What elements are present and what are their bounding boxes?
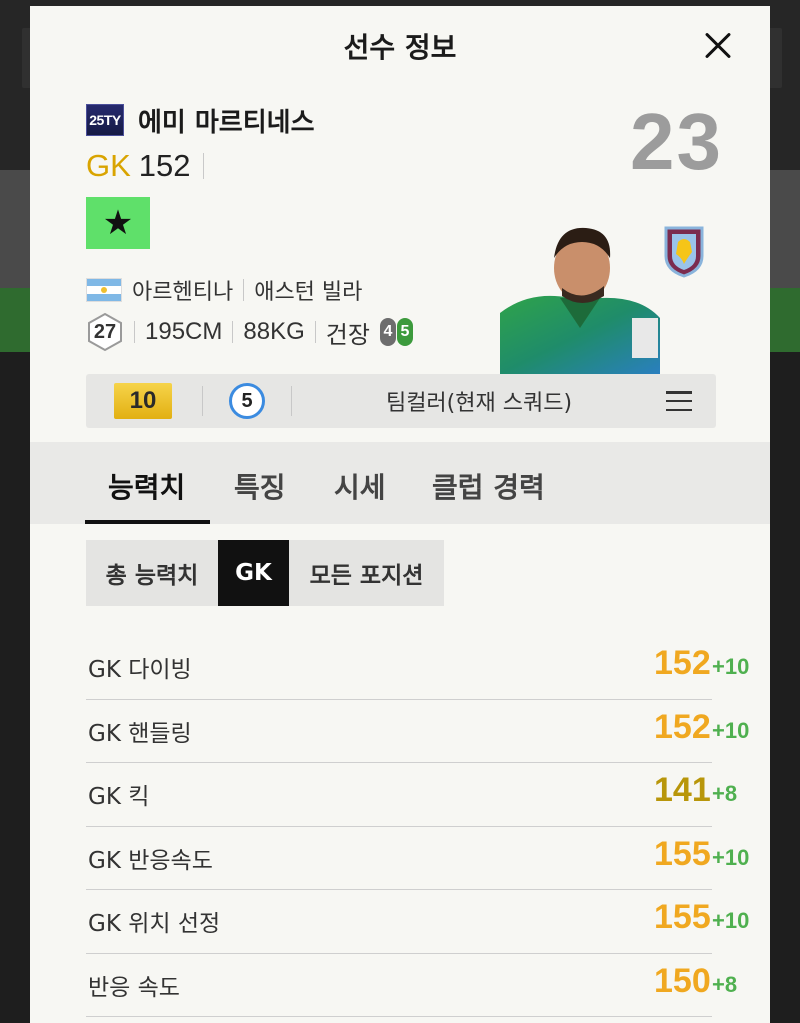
attribute-value: 141: [654, 771, 711, 809]
tab-traits[interactable]: 특징: [234, 466, 286, 506]
menu-icon[interactable]: [666, 391, 692, 411]
attribute-name: GK 반응속도: [88, 847, 213, 874]
attribute-name: GK 위치 선정: [88, 911, 221, 937]
close-icon[interactable]: [698, 26, 738, 66]
divider: [314, 321, 316, 343]
season-badge: 25TY: [86, 104, 124, 136]
tab-price[interactable]: 시세: [334, 466, 386, 506]
attribute-bonus: +10: [712, 908, 750, 933]
divider: [243, 279, 245, 301]
subtab-all-positions[interactable]: 모든 포지션: [289, 540, 444, 606]
attribute-value: 152: [654, 644, 711, 682]
active-tab-indicator: [85, 520, 210, 524]
attribute-name: GK 다이빙: [88, 657, 192, 683]
club-name: 애스턴 빌라: [254, 280, 363, 305]
attribute-name: GK 킥: [88, 784, 150, 810]
attribute-value: 155: [654, 898, 711, 936]
attribute-row: GK 위치 선정 155 +10: [86, 890, 749, 954]
build-value: 건장: [325, 321, 370, 349]
subtab-gk[interactable]: GK: [218, 540, 289, 606]
attribute-bonus: +10: [712, 654, 750, 679]
star-icon[interactable]: ★: [86, 197, 150, 249]
attribute-bonus: +8: [712, 781, 738, 806]
skill-moves-badge: 4 5: [379, 318, 413, 346]
attribute-name: GK 핸들링: [88, 720, 192, 747]
height-value: 195CM: [145, 318, 223, 345]
attribute-bonus: +8: [712, 971, 738, 997]
tab-club-career[interactable]: 클럽 경력: [432, 466, 545, 506]
age-badge: 27: [86, 312, 124, 352]
aston-villa-crest-icon: [664, 226, 704, 278]
nation-club-row: 아르헨티나 애스턴 빌라: [86, 274, 362, 306]
enhancement-bar: 10 5 팀컬러(현재 스쿼드): [86, 374, 716, 428]
weight-value: 88KG: [243, 318, 305, 345]
attribute-bonus: +10: [712, 717, 750, 743]
tab-stats[interactable]: 능력치: [108, 466, 185, 506]
info-tabs: 능력치 특징 시세 클럽 경력: [30, 442, 770, 524]
attribute-row: 반응 속도 150 +8: [86, 954, 737, 1017]
attribute-value: 155: [654, 834, 711, 873]
divider: [232, 321, 234, 343]
argentina-flag-icon: [86, 278, 122, 302]
divider: [202, 153, 204, 179]
nation-name: 아르헨티나: [132, 280, 234, 305]
skill-value: 5: [396, 318, 413, 346]
position-ovr: GK 152: [86, 148, 204, 184]
team-color-label[interactable]: 팀컬러(현재 스쿼드): [292, 385, 666, 417]
attribute-bonus: +10: [712, 844, 750, 870]
subtab-total-stats[interactable]: 총 능력치: [86, 540, 218, 606]
divider: [134, 321, 135, 343]
stat-subtabs: 총 능력치 GK 모든 포지션: [86, 540, 444, 606]
shirt-number: 23: [630, 97, 723, 186]
attribute-list: GK 다이빙 152 +10 GK 핸들링 152 +10 GK 킥 141 +8 GK 반응속도…: [86, 636, 749, 1017]
player-name: 에미 마르티네스: [138, 108, 315, 138]
attribute-row: GK 킥 141 +8: [86, 763, 737, 827]
player-info-modal: 선수 정보 25TY 에미 마르티네스 GK 152 23 ★ 아르헨티나 애스…: [30, 6, 770, 1023]
position-label: GK: [86, 148, 131, 183]
physical-stats-row: 27 195CM 88KG 건장 4 5: [86, 312, 413, 352]
attribute-row: GK 다이빙 152 +10: [86, 636, 749, 700]
enhance-grade-chip[interactable]: 10: [114, 383, 172, 419]
ovr-value: 152: [138, 148, 191, 183]
attribute-name: 반응 속도: [88, 974, 180, 1001]
age-value: 27: [93, 320, 117, 343]
weak-foot-value: 4: [379, 318, 396, 346]
attribute-value: 152: [654, 707, 711, 746]
attribute-row: GK 핸들링 152 +10: [86, 700, 749, 763]
attribute-row: GK 반응속도 155 +10: [86, 827, 749, 890]
divider: [202, 386, 203, 416]
player-photo: [500, 218, 660, 374]
attribute-value: 150: [654, 961, 711, 1000]
level-badge[interactable]: 5: [229, 383, 265, 419]
modal-title: 선수 정보: [343, 31, 457, 64]
